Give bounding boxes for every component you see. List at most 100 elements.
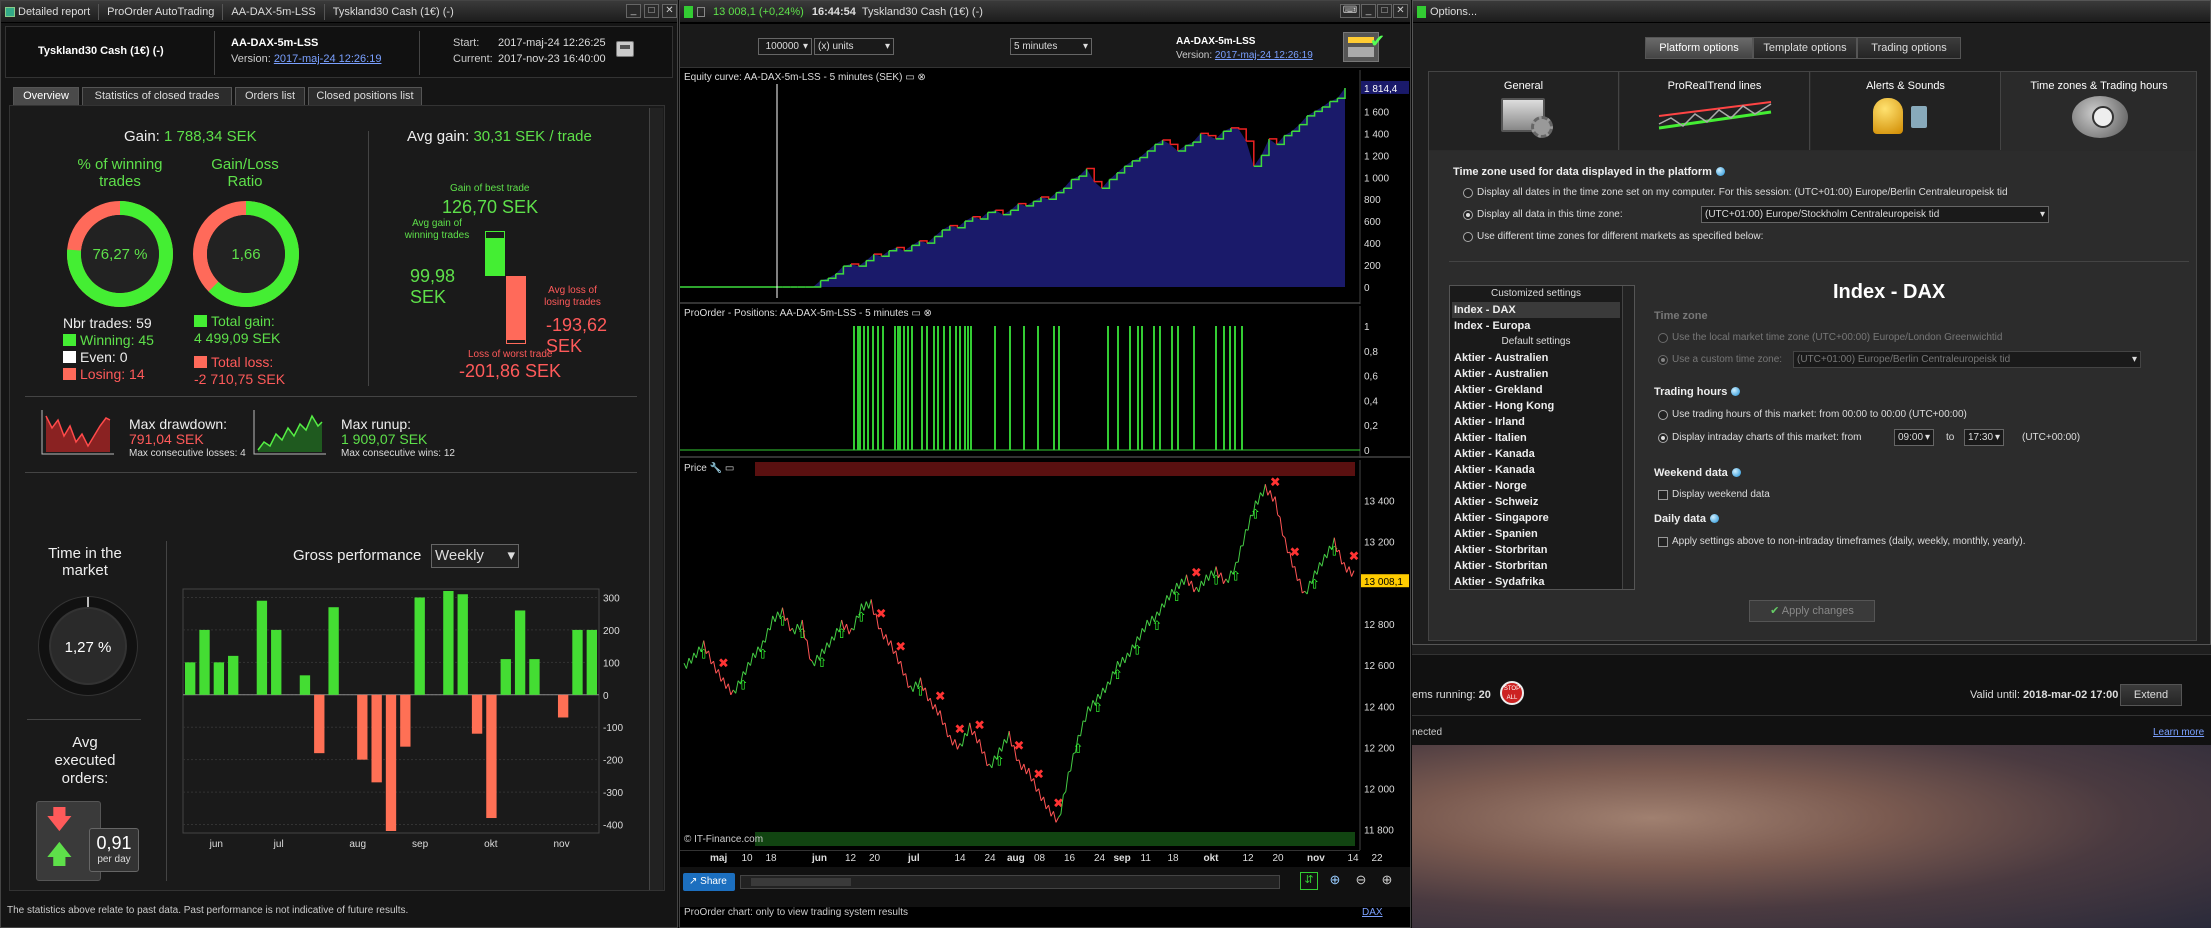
tab-detailed-report[interactable]: Detailed report [18,6,90,18]
gross-perf-period-select[interactable]: Weekly [431,544,519,568]
chart-footer-link[interactable]: DAX [1362,907,1383,918]
stop-all-button[interactable]: STOP ALL [1500,681,1524,705]
keyboard-icon[interactable]: ⌨ [1340,4,1360,18]
zoom-out-icon[interactable]: ⊖ [1352,872,1370,890]
market-list-item[interactable]: Aktier - Irland [1452,414,1620,430]
price-candle [848,628,852,635]
time-axis-label: 20 [869,853,881,864]
category-prorealtrend[interactable]: ProRealTrend lines [1620,72,1810,150]
tab-trading-options[interactable]: Trading options [1857,37,1961,59]
market-list-item[interactable]: Aktier - Sydafrika [1452,574,1620,589]
tz-opt2-radio[interactable] [1463,210,1473,220]
price-candle [1242,529,1247,546]
weekend-checkbox[interactable] [1658,490,1668,500]
learn-more-link[interactable]: Learn more [2153,727,2204,738]
zoom-reset-icon[interactable]: ⊕ [1326,872,1344,890]
tab-orders-list[interactable]: Orders list [235,87,305,105]
daily-label: Daily data [1654,513,1719,525]
market-list-scrollbar[interactable] [1622,286,1634,589]
price-candle [1284,537,1288,553]
market-list-item[interactable]: Aktier - Schweiz [1452,494,1620,510]
chart-footer-link-text: DAX [1362,907,1383,918]
market-list-item[interactable]: Aktier - Kanada [1452,462,1620,478]
apply-changes-button[interactable]: ✔ Apply changes [1749,600,1875,622]
market-list-item[interactable]: Aktier - Spanien [1452,526,1620,542]
extend-button[interactable]: Extend [2120,684,2182,706]
units-select[interactable]: (x) units [814,38,894,55]
weekend-info-icon[interactable] [1731,468,1741,477]
time-in-market-gauge: 1,27 % [38,596,138,696]
print-icon[interactable] [616,41,634,57]
time-axis-label: aug [1007,853,1025,864]
tz-opt1-label: Display all dates in the time zone set o… [1477,187,2008,198]
tz-opt1-radio[interactable] [1463,188,1473,198]
tab-statistics-closed-trades[interactable]: Statistics of closed trades [82,87,232,105]
market-list-item[interactable]: Aktier - Kanada [1452,446,1620,462]
sell-marker: ✖ [974,718,985,733]
price-candle [685,657,690,669]
tab-proorder[interactable]: ProOrder AutoTrading [107,6,214,18]
vertical-scrollbar[interactable] [649,108,663,890]
market-list-item[interactable]: Aktier - Australien [1452,366,1620,382]
tab-template-options[interactable]: Template options [1753,37,1857,59]
price-window-icon[interactable]: ▭ [725,463,734,474]
horizontal-scrollbar[interactable] [740,875,1280,889]
price-title-text: Price [684,463,707,474]
maximize-button[interactable]: □ [644,4,659,18]
market-list-item[interactable]: Aktier - Grekland [1452,382,1620,398]
category-alerts[interactable]: Alerts & Sounds [1811,72,2001,150]
wrench-icon[interactable]: 🔧 [710,463,722,474]
category-general[interactable]: General [1429,72,1619,150]
checkmark-icon[interactable]: ✔ [1370,32,1392,50]
category-alerts-label: Alerts & Sounds [1866,80,1945,92]
market-list-item[interactable]: Aktier - Norge [1452,478,1620,494]
tab-overview[interactable]: Overview [13,87,79,105]
market-list-item[interactable]: Aktier - Australien [1452,350,1620,366]
tab-closed-positions[interactable]: Closed positions list [308,87,422,105]
price-candle [1097,693,1101,700]
minimize-button[interactable]: _ [626,4,641,18]
trading-hours-info-icon[interactable] [1731,387,1741,396]
total-gain: Total gain: 4 499,09 SEK [194,313,280,347]
pct-winning-value: 76,27 % [92,246,147,263]
tz-heading-text: Time zone used for data displayed in the… [1453,166,1712,178]
zoom-in-icon[interactable]: ⊕ [1378,872,1396,890]
th-opt2-radio[interactable] [1658,433,1668,443]
market-list-item[interactable]: Index - Europa [1452,318,1620,334]
tz-local-radio[interactable] [1658,333,1668,343]
close-button[interactable]: ✕ [662,4,677,18]
tz-custom-select[interactable]: (UTC+01:00) Europe/Berlin Centraleuropei… [1793,351,2141,368]
daily-info-icon[interactable] [1709,514,1719,523]
tab-system[interactable]: AA-DAX-5m-LSS [231,6,315,18]
units-input[interactable]: 100000 [758,38,812,55]
chart-close-button[interactable]: ✕ [1393,4,1408,18]
chart-tools-icon[interactable]: ⇵ [1300,872,1318,890]
tab-instrument[interactable]: Tyskland30 Cash (1€) (-) [333,6,454,18]
tz-custom-radio[interactable] [1658,355,1668,365]
interval-select[interactable]: 5 minutes [1010,38,1092,55]
category-timezones[interactable]: Time zones & Trading hours [2002,72,2196,150]
market-list-item[interactable]: Aktier - Singapore [1452,510,1620,526]
th-to-input[interactable]: 17:30 [1964,429,2004,446]
chart-minimize-button[interactable]: _ [1361,4,1376,18]
share-button[interactable]: ↗ Share [683,873,735,891]
price-candle [688,657,692,664]
info-icon[interactable] [1715,167,1725,176]
chart-toolbar-toggle[interactable] [697,6,705,17]
th-opt1-radio[interactable] [1658,410,1668,420]
market-list-item[interactable]: Aktier - Hong Kong [1452,398,1620,414]
chart-version-link[interactable]: 2017-maj-24 12:26:19 [1215,50,1313,61]
th-from-input[interactable]: 09:00 [1894,429,1934,446]
price-candle [764,628,769,643]
market-list-item[interactable]: Aktier - Storbritan [1452,542,1620,558]
market-list-item[interactable]: Index - DAX [1452,302,1620,318]
tz-select[interactable]: (UTC+01:00) Europe/Stockholm Centraleuro… [1701,206,2049,223]
market-list-item[interactable]: Aktier - Storbritan [1452,558,1620,574]
gross-bar [586,629,597,695]
daily-checkbox[interactable] [1658,537,1668,547]
chart-maximize-button[interactable]: □ [1377,4,1392,18]
tab-platform-options[interactable]: Platform options [1645,37,1753,59]
tz-opt3-radio[interactable] [1463,232,1473,242]
market-list-item[interactable]: Aktier - Italien [1452,430,1620,446]
version-link[interactable]: 2017-maj-24 12:26:19 [274,53,382,65]
